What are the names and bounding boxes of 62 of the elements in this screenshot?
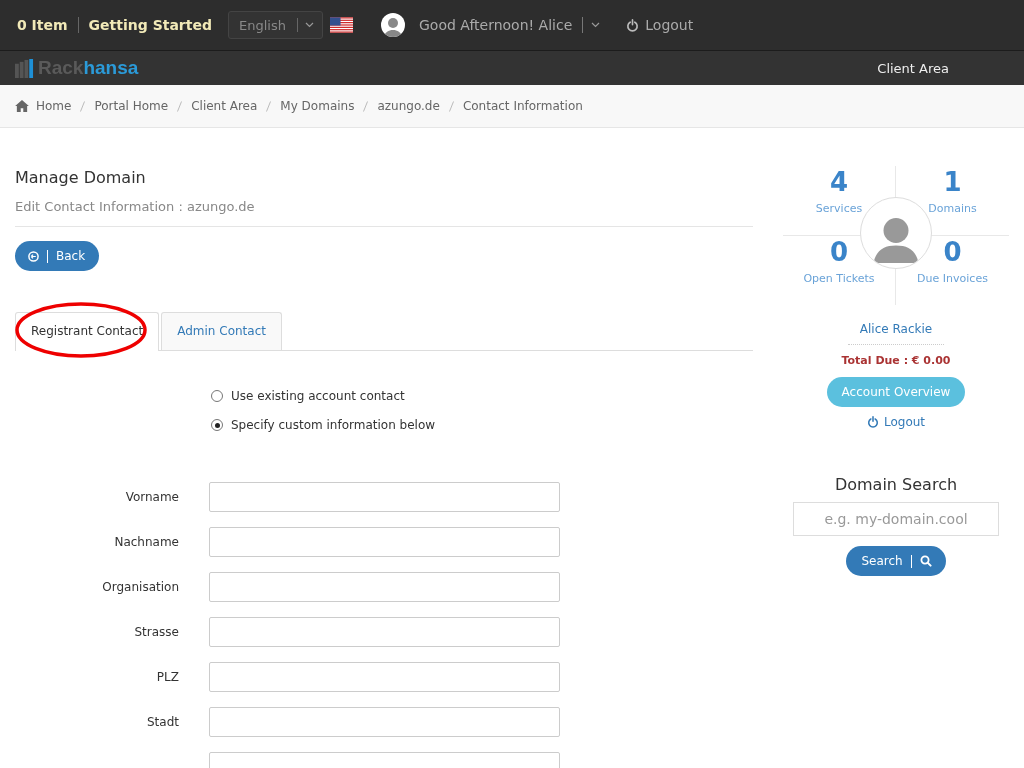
language-select[interactable]: English: [228, 11, 323, 39]
page-title: Manage Domain: [15, 168, 147, 187]
nav-link[interactable]: Client Area: [877, 60, 949, 76]
search-button[interactable]: Search: [846, 546, 946, 576]
field-label: Stadt: [146, 715, 180, 729]
radio-label[interactable]: Specify custom information below: [231, 418, 436, 432]
field-label: PLZ: [155, 670, 180, 684]
breadcrumb-link[interactable]: Portal Home: [94, 99, 169, 113]
home-icon: [15, 100, 29, 112]
caret-icon: [305, 22, 314, 28]
power-icon: [866, 416, 879, 428]
input-field[interactable]: [209, 527, 560, 557]
input-field[interactable]: [209, 572, 560, 602]
back-button[interactable]: Back: [15, 241, 100, 271]
getting-started-link[interactable]: Getting Started: [88, 17, 212, 33]
flag-icon: [330, 17, 353, 33]
radio-button[interactable]: [211, 419, 223, 431]
stat-label[interactable]: Open Tickets: [803, 272, 875, 285]
tab[interactable]: Admin Contact: [161, 312, 282, 350]
input-field[interactable]: [209, 482, 560, 512]
breadcrumb-link[interactable]: My Domains: [280, 99, 355, 113]
field-label: Strasse: [133, 625, 180, 639]
input-field[interactable]: [209, 707, 560, 737]
caret-icon: [591, 22, 601, 28]
back-circle-icon: [28, 250, 39, 262]
user-menu[interactable]: Good Afternoon! Alice: [419, 17, 601, 33]
breadcrumb-link[interactable]: Home: [36, 99, 72, 113]
search-field[interactable]: e.g. my-domain.cool: [793, 502, 999, 536]
stat-label[interactable]: Domains: [928, 202, 977, 215]
field-label: Vorname: [124, 490, 180, 504]
cart-link[interactable]: 0 Item: [17, 17, 68, 33]
section-title: Domain Search: [834, 475, 958, 494]
tab[interactable]: Registrant Contact: [15, 312, 160, 351]
separator-slash-icon: [266, 100, 272, 112]
stat-label[interactable]: Services: [815, 202, 863, 215]
page-subtitle: Edit Contact Information : azungo.de: [15, 199, 256, 214]
input-field[interactable]: [209, 662, 560, 692]
bars-icon: [15, 58, 34, 78]
separator-slash-icon: [448, 100, 454, 112]
breadcrumb-link[interactable]: Client Area: [191, 99, 258, 113]
logout-link[interactable]: Logout: [626, 17, 694, 33]
total-due: Total Due : € 0.00: [841, 354, 951, 367]
radio-button[interactable]: [211, 390, 223, 402]
separator-slash-icon: [80, 100, 86, 112]
input-field[interactable]: [209, 617, 560, 647]
avatar-icon: [381, 13, 405, 37]
power-icon: [626, 18, 640, 32]
separator-slash-icon: [363, 100, 369, 112]
field-label: Nachname: [113, 535, 180, 549]
stat-count[interactable]: 0: [829, 236, 849, 268]
logout-link[interactable]: Logout: [866, 415, 926, 429]
client-name-link[interactable]: Alice Rackie: [848, 322, 944, 345]
stat-label[interactable]: Due Invoices: [917, 272, 988, 285]
stat-count[interactable]: 4: [829, 166, 849, 198]
search-icon: [919, 555, 932, 567]
stat-count[interactable]: 0: [943, 236, 962, 268]
breadcrumb-link[interactable]: Contact Information: [462, 99, 583, 113]
radio-label[interactable]: Use existing account contact: [231, 389, 405, 403]
breadcrumb-link[interactable]: azungo.de: [377, 99, 440, 113]
field-label: Organisation: [101, 580, 180, 594]
separator-slash-icon: [177, 100, 183, 112]
stat-count[interactable]: 1: [943, 166, 962, 198]
